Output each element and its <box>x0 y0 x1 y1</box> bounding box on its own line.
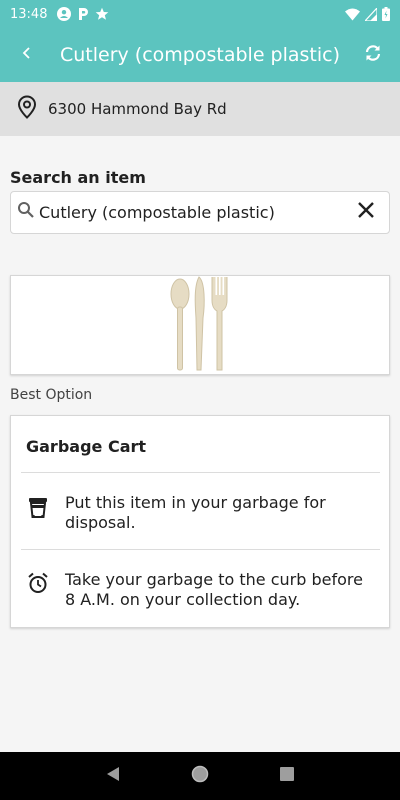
location-pin-icon <box>16 94 38 124</box>
status-time: 13:48 <box>10 6 48 22</box>
system-nav-bar <box>0 752 400 800</box>
wifi-icon <box>345 8 360 21</box>
status-bar: 13:48 <box>0 0 400 28</box>
battery-icon <box>382 7 390 21</box>
circle-home-icon <box>191 765 209 788</box>
search-input[interactable] <box>39 203 343 222</box>
address-text: 6300 Hammond Bay Rd <box>48 100 227 118</box>
instruction-text: Put this item in your garbage for dispos… <box>65 493 326 532</box>
close-icon <box>357 201 375 224</box>
refresh-icon <box>363 43 383 68</box>
instruction-item: Put this item in your garbage for dispos… <box>11 493 389 533</box>
account-circle-icon <box>57 7 72 21</box>
divider <box>21 472 380 473</box>
search-box <box>10 191 390 234</box>
back-button[interactable] <box>0 28 54 82</box>
instruction-item: Take your garbage to the curb before 8 A… <box>11 570 389 610</box>
clear-search-button[interactable] <box>343 191 389 234</box>
app-bar: Cutlery (compostable plastic) <box>0 28 400 82</box>
triangle-back-icon <box>105 766 121 787</box>
search-icon <box>17 201 35 224</box>
parking-icon <box>77 7 89 21</box>
best-option-card: Garbage Cart Put this item in your garba… <box>10 415 390 628</box>
back-arrow-icon <box>21 46 33 64</box>
square-recents-icon <box>279 766 294 786</box>
divider <box>21 549 380 550</box>
nav-back-button[interactable] <box>93 756 133 796</box>
search-label: Search an item <box>10 168 146 187</box>
option-title: Garbage Cart <box>26 437 147 456</box>
signal-icon <box>365 7 377 21</box>
nav-home-button[interactable] <box>180 756 220 796</box>
refresh-button[interactable] <box>346 28 400 82</box>
star-icon <box>95 7 109 21</box>
nav-recents-button[interactable] <box>267 756 307 796</box>
alarm-clock-icon <box>27 572 49 610</box>
status-system-icons <box>345 7 390 21</box>
garbage-bin-icon <box>27 495 49 533</box>
best-option-label: Best Option <box>10 387 93 403</box>
page-title: Cutlery (compostable plastic) <box>59 44 341 66</box>
status-notification-icons <box>57 7 109 21</box>
instruction-text: Take your garbage to the curb before 8 A… <box>65 570 363 609</box>
item-image-card <box>10 275 390 375</box>
address-bar[interactable]: 6300 Hammond Bay Rd <box>0 82 400 136</box>
cutlery-image <box>168 274 232 377</box>
